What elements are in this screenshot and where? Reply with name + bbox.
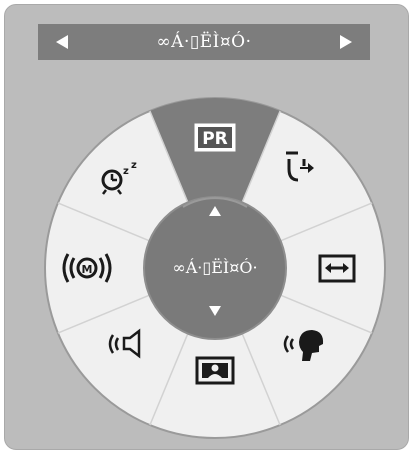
svg-text:PR: PR: [202, 129, 228, 149]
pr-icon: PR: [194, 123, 236, 152]
menu-wheel: PR M z z: [44, 97, 386, 439]
svg-text:z: z: [131, 160, 137, 171]
center-label: ∞Á·▯ËÌ¤Ó·: [172, 257, 258, 277]
svg-text:z: z: [123, 166, 129, 177]
svg-text:M: M: [82, 263, 93, 276]
